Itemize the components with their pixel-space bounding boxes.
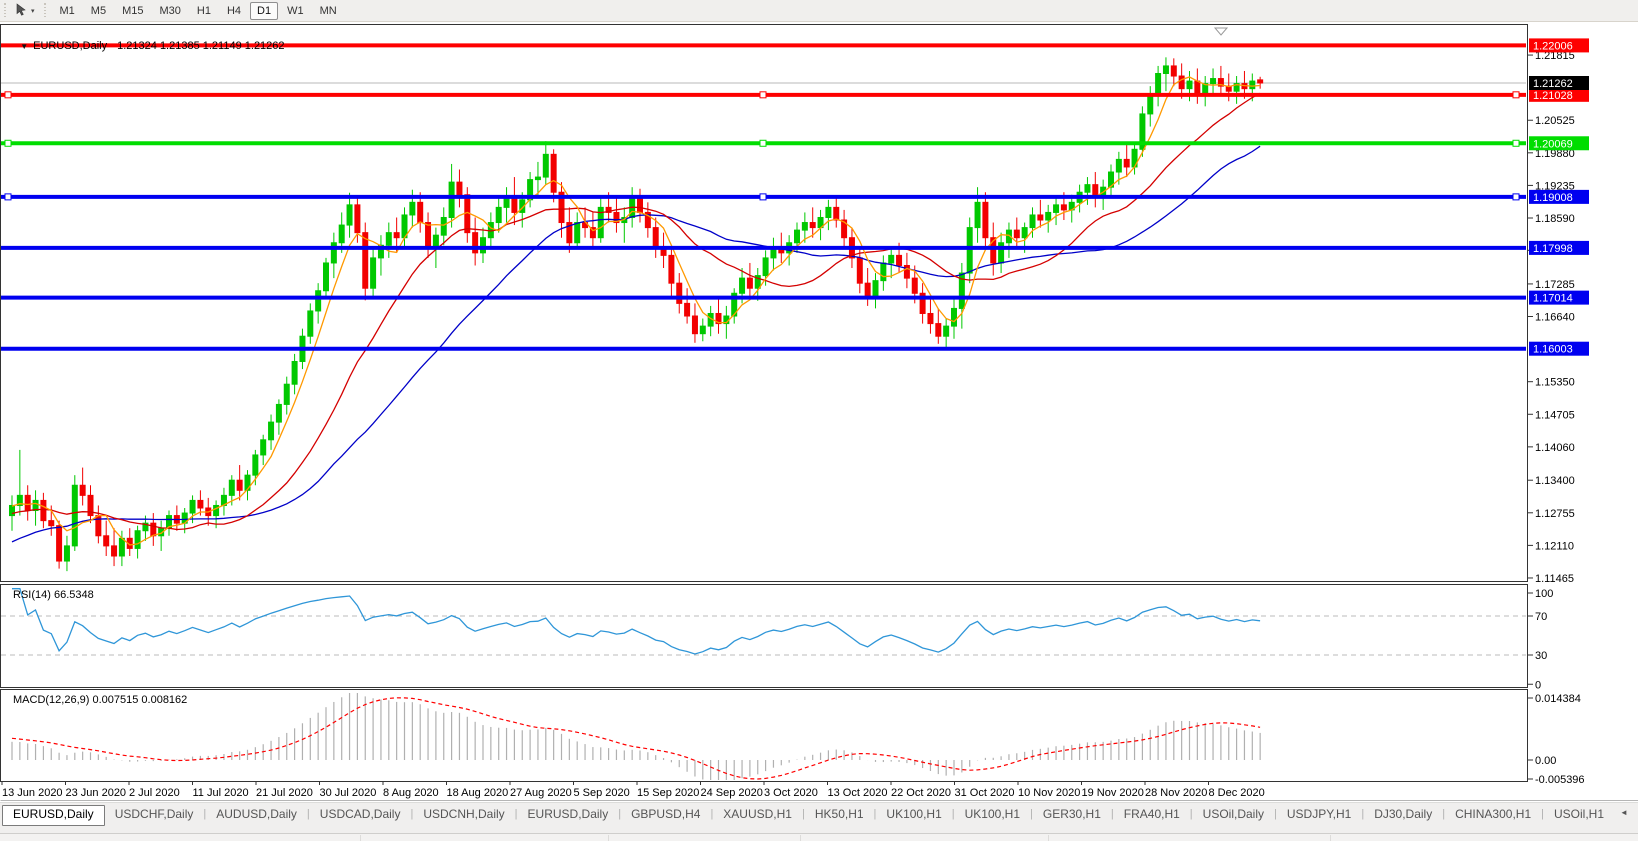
symbol-tab-xauusd-h1[interactable]: XAUUSD,H1 — [713, 805, 802, 825]
symbol-tab-usoil-daily[interactable]: USOil,Daily — [1193, 805, 1274, 825]
symbol-tab-hk50-h1[interactable]: HK50,H1 — [805, 805, 874, 825]
symbol-tab-china300-h1[interactable]: CHINA300,H1 — [1445, 805, 1541, 825]
symbol-tab-fra40-h1[interactable]: FRA40,H1 — [1114, 805, 1190, 825]
symbol-tab-dj30-daily[interactable]: DJ30,Daily — [1364, 805, 1442, 825]
symbol-tab-audusd-daily[interactable]: AUDUSD,Daily — [206, 805, 307, 825]
symbol-tab-uk100-h1[interactable]: UK100,H1 — [955, 805, 1030, 825]
chart-canvas[interactable]: 1.218151.205251.198801.192351.185901.179… — [0, 0, 1638, 841]
symbol-tab-usoil-h1[interactable]: USOil,H1 — [1544, 805, 1614, 825]
rsi-indicator-label: RSI(14) 66.5348 — [13, 589, 94, 601]
symbol-tab-uk100-h1[interactable]: UK100,H1 — [876, 805, 951, 825]
pane-divider-macd[interactable] — [0, 686, 1527, 692]
chart-title-symbol: EURUSD,Daily — [33, 40, 107, 52]
symbol-tab-usdcad-daily[interactable]: USDCAD,Daily — [310, 805, 411, 825]
status-strip — [0, 833, 1638, 841]
macd-indicator-label: MACD(12,26,9) 0.007515 0.008162 — [13, 694, 187, 706]
symbol-tab-bar: EURUSD,DailyUSDCHF,Daily|AUDUSD,Daily|US… — [0, 802, 1638, 833]
time-axis[interactable] — [0, 782, 1527, 801]
symbol-tab-usdcnh-daily[interactable]: USDCNH,Daily — [413, 805, 514, 825]
symbol-tab-usdjpy-h1[interactable]: USDJPY,H1 — [1277, 805, 1361, 825]
pane-divider-rsi[interactable] — [0, 580, 1527, 586]
symbol-tab-eurusd-daily[interactable]: EURUSD,Daily — [2, 805, 105, 826]
symbol-tabs: EURUSD,DailyUSDCHF,Daily|AUDUSD,Daily|US… — [0, 805, 1614, 826]
symbol-tab-ger30-h1[interactable]: GER30,H1 — [1033, 805, 1111, 825]
chart-title: ▼ EURUSD,Daily 1.21324 1.21385 1.21149 1.2… — [8, 28, 285, 64]
symbol-tab-usdchf-daily[interactable]: USDCHF,Daily — [105, 805, 204, 825]
chart-menu-arrow-icon[interactable]: ▼ — [20, 42, 28, 51]
symbol-tab-gbpusd-h4[interactable]: GBPUSD,H4 — [621, 805, 710, 825]
tabs-scroll-left-icon[interactable]: ◄ — [1620, 808, 1628, 817]
price-axis[interactable] — [1528, 25, 1638, 782]
chart-title-ohlc: 1.21324 1.21385 1.21149 1.21262 — [117, 40, 284, 52]
trading-terminal-window: ▾ M1M5M15M30H1H4D1W1MN 1.218151.205251.1… — [0, 0, 1638, 841]
symbol-tab-eurusd-daily[interactable]: EURUSD,Daily — [518, 805, 619, 825]
tab-scroll-arrows: ◄ ► — [1614, 805, 1638, 817]
